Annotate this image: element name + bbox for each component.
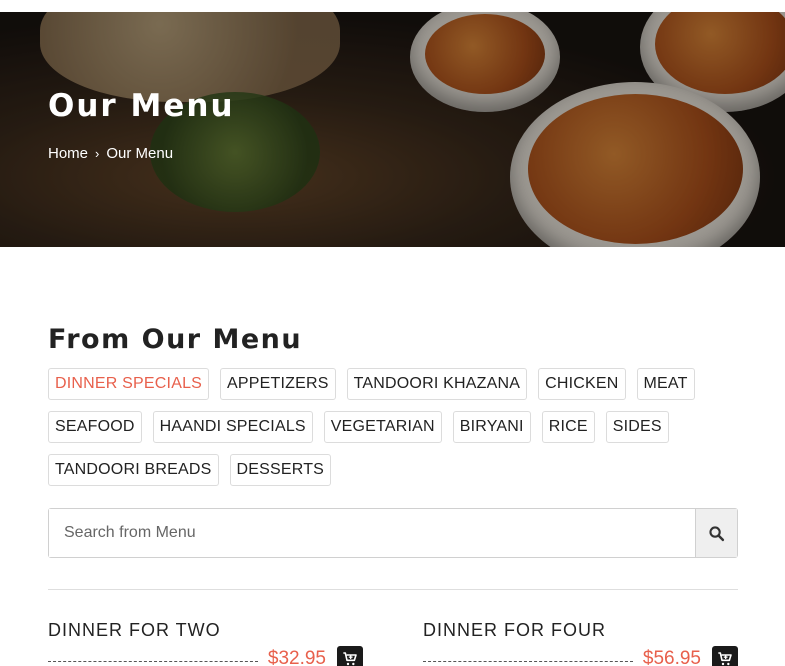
breadcrumb-home-link[interactable]: Home bbox=[48, 145, 88, 162]
category-tab-vegetarian[interactable]: VEGETARIAN bbox=[323, 411, 442, 443]
category-tab-desserts[interactable]: DESSERTS bbox=[229, 454, 332, 486]
category-tab-sides[interactable]: SIDES bbox=[605, 411, 669, 443]
category-tab-rice[interactable]: RICE bbox=[541, 411, 595, 443]
category-tab-seafood[interactable]: SEAFOOD bbox=[48, 411, 142, 443]
category-tab-biryani[interactable]: BIRYANI bbox=[452, 411, 531, 443]
breadcrumb-current: Our Menu bbox=[106, 145, 174, 162]
page-title: Our Menu bbox=[48, 88, 235, 124]
hero-overlay bbox=[0, 12, 785, 247]
category-tab-dinner-specials[interactable]: DINNER SPECIALS bbox=[48, 368, 210, 400]
category-tab-appetizers[interactable]: APPETIZERS bbox=[220, 368, 336, 400]
category-tab-meat[interactable]: MEAT bbox=[636, 368, 695, 400]
dotted-leader bbox=[423, 660, 633, 662]
category-row-1: DINNER SPECIALS APPETIZERS TANDOORI KHAZ… bbox=[48, 368, 695, 400]
menu-search bbox=[48, 508, 738, 558]
search-icon bbox=[709, 525, 725, 541]
category-row-3: TANDOORI BREADS DESSERTS bbox=[48, 454, 332, 486]
menu-item-price: $56.95 bbox=[642, 648, 701, 666]
menu-item-price-row: $56.95 bbox=[423, 646, 738, 666]
hero-banner bbox=[0, 12, 785, 247]
menu-item: DINNER FOR FOUR $56.95 bbox=[423, 620, 738, 666]
menu-item-price-row: $32.95 bbox=[48, 646, 363, 666]
section-title: From Our Menu bbox=[48, 324, 303, 355]
add-to-cart-button[interactable] bbox=[712, 646, 738, 666]
top-bar bbox=[0, 0, 785, 12]
dotted-leader bbox=[48, 660, 258, 662]
add-to-cart-button[interactable] bbox=[337, 646, 363, 666]
category-tab-chicken[interactable]: CHICKEN bbox=[538, 368, 626, 400]
add-to-cart-icon bbox=[718, 652, 732, 666]
search-button[interactable] bbox=[695, 509, 737, 557]
breadcrumb: Home › Our Menu bbox=[48, 145, 173, 162]
category-row-2: SEAFOOD HAANDI SPECIALS VEGETARIAN BIRYA… bbox=[48, 411, 669, 443]
category-tab-tandoori-breads[interactable]: TANDOORI BREADS bbox=[48, 454, 219, 486]
search-input[interactable] bbox=[49, 509, 695, 557]
menu-item-name: DINNER FOR FOUR bbox=[423, 620, 606, 640]
add-to-cart-icon bbox=[343, 652, 357, 666]
section-divider bbox=[48, 589, 738, 590]
menu-item-name: DINNER FOR TWO bbox=[48, 620, 221, 640]
menu-item: DINNER FOR TWO $32.95 bbox=[48, 620, 363, 666]
category-tab-haandi-specials[interactable]: HAANDI SPECIALS bbox=[152, 411, 313, 443]
chevron-right-icon: › bbox=[95, 146, 100, 161]
category-tab-tandoori-khazana[interactable]: TANDOORI KHAZANA bbox=[346, 368, 528, 400]
menu-item-price: $32.95 bbox=[267, 648, 326, 666]
